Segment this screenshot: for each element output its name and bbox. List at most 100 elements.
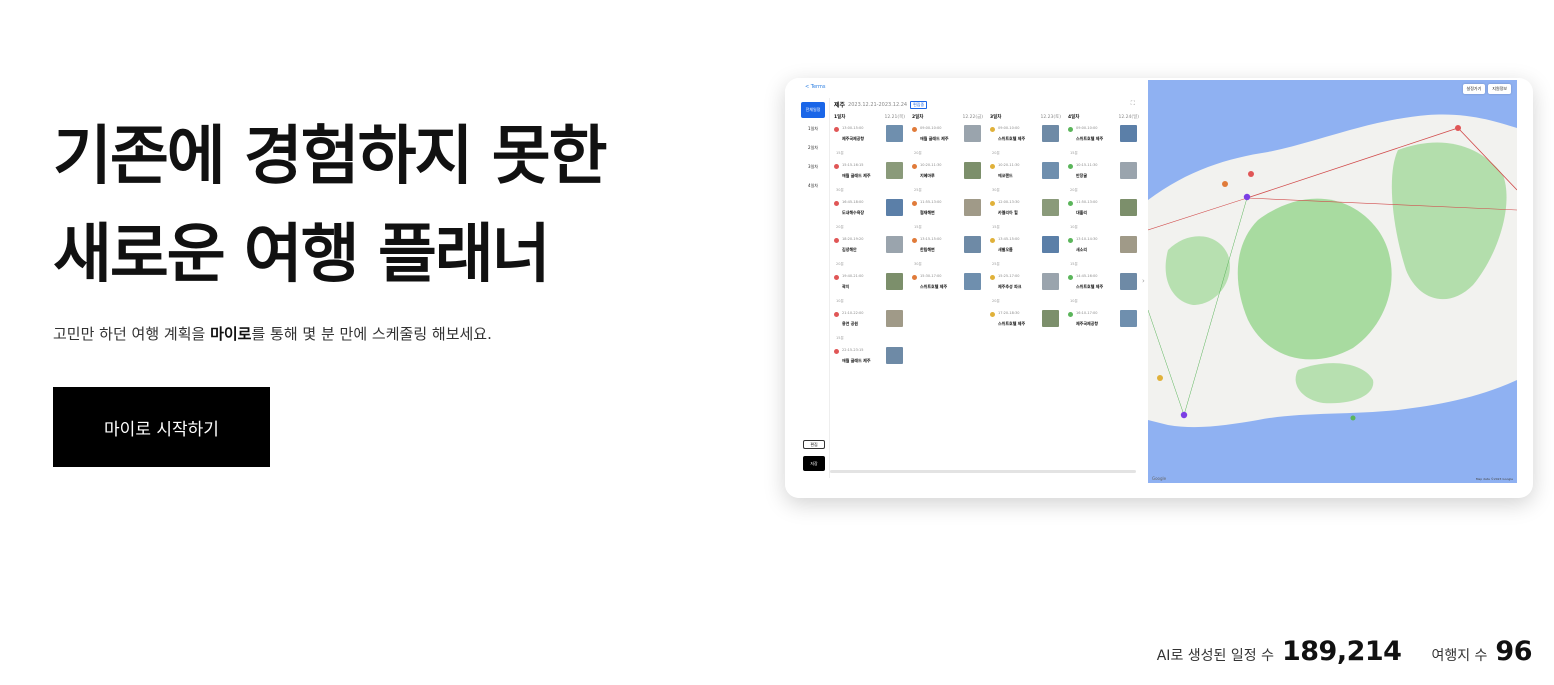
stop-thumbnail bbox=[886, 273, 903, 290]
sidebar-item-day1[interactable]: 1일차 bbox=[801, 121, 825, 137]
sidebar-item-day3[interactable]: 3일차 bbox=[801, 159, 825, 175]
stop-thumbnail bbox=[886, 347, 903, 364]
itinerary-stop[interactable]: 16:10-17:00 제주국제공항 bbox=[1068, 310, 1139, 347]
start-button[interactable]: 마이로 시작하기 bbox=[53, 387, 270, 467]
stop-name: 도내해수욕장 bbox=[842, 210, 865, 215]
destinations-label: 여행지 수 bbox=[1431, 648, 1488, 664]
hero-title: 기존에 경험하지 못한 새로운 여행 플래너 bbox=[53, 108, 607, 304]
day-column: 3일차 12.23(토) 09:00-10:00 스위트호텔 제주 20분 10:20-1… bbox=[990, 114, 1061, 384]
travel-time: 20분 bbox=[1070, 188, 1078, 192]
travel-time: 15분 bbox=[836, 151, 844, 155]
travel-time: 20분 bbox=[992, 151, 1000, 155]
stop-time: 13:45-15:00 bbox=[998, 237, 1020, 241]
stop-name: 제주국제공항 bbox=[1076, 321, 1099, 326]
travel-time: 25분 bbox=[992, 262, 1000, 266]
stop-name: 한림해변 bbox=[920, 247, 935, 252]
stop-marker-icon bbox=[912, 238, 917, 243]
itinerary-stop[interactable]: 13:15-15:00 한림해변 30분 bbox=[912, 236, 983, 273]
stop-marker-icon bbox=[834, 349, 839, 354]
travel-time: 30분 bbox=[914, 262, 922, 266]
travel-time: 30분 bbox=[836, 188, 844, 192]
itinerary-stop[interactable]: 15:30-17:00 스위트호텔 제주 bbox=[912, 273, 983, 310]
itinerary-stop[interactable]: 15:25-17:00 제주추성 파크 20분 bbox=[990, 273, 1061, 310]
planner-panel: < Terms 전체일정 1일차 2일차 3일차 4일차 편집 저장 제주 20… bbox=[785, 78, 1148, 498]
travel-time: 15분 bbox=[992, 225, 1000, 229]
map-marker bbox=[1243, 193, 1251, 201]
stop-thumbnail bbox=[1120, 199, 1137, 216]
itinerary-stop[interactable]: 15:15-16:15 애월 글래드 제주 30분 bbox=[834, 162, 905, 199]
stop-thumbnail bbox=[1120, 236, 1137, 253]
itinerary-stop[interactable]: 21:10-22:00 용연 공원 15분 bbox=[834, 310, 905, 347]
horizontal-scrollbar[interactable] bbox=[830, 470, 1136, 473]
itinerary-stop[interactable]: 09:00-10:00 애월 글래드 제주 20분 bbox=[912, 125, 983, 162]
schedules-label: AI로 생성된 일정 수 bbox=[1156, 648, 1274, 664]
itinerary-stop[interactable]: 09:00-10:00 스위트호텔 제주 15분 bbox=[1068, 125, 1139, 162]
stop-time: 09:00-10:00 bbox=[1076, 126, 1098, 130]
stop-name: 에코랜드 bbox=[998, 173, 1013, 178]
itinerary-stop[interactable]: 14:45-16:00 스위트호텔 제주 10분 bbox=[1068, 273, 1139, 310]
itinerary-stop[interactable]: 10:15-11:30 만장굴 20분 bbox=[1068, 162, 1139, 199]
expand-icon[interactable]: ⛶ bbox=[1131, 100, 1135, 108]
stop-name: 카멜리아 힐 bbox=[998, 210, 1018, 215]
stop-name: 애월 글래드 제주 bbox=[920, 136, 949, 141]
itinerary-stop[interactable]: 16:45-18:00 도내해수욕장 20분 bbox=[834, 199, 905, 236]
itinerary-stop[interactable]: 11:50-13:00 대흘리 10분 bbox=[1068, 199, 1139, 236]
itinerary-stop[interactable]: 13:10-14:30 새소리 15분 bbox=[1068, 236, 1139, 273]
city-name: 제주 bbox=[834, 102, 846, 109]
travel-time: 20분 bbox=[992, 299, 1000, 303]
stop-time: 18:20-19:20 bbox=[842, 237, 864, 241]
hero-subtitle-after: 를 통해 몇 분 만에 스케줄링 해보세요. bbox=[251, 325, 492, 343]
itinerary-stop[interactable]: 10:20-11:30 지혜마루 25분 bbox=[912, 162, 983, 199]
hero-subtitle-before: 고민만 하던 여행 계획을 bbox=[53, 325, 211, 343]
stop-marker-icon bbox=[834, 201, 839, 206]
travel-time: 10분 bbox=[836, 299, 844, 303]
map-button-info[interactable]: 지원정보 bbox=[1488, 84, 1511, 94]
stop-marker-icon bbox=[834, 275, 839, 280]
itinerary-stop[interactable]: 19:40-21:00 곽지 10분 bbox=[834, 273, 905, 310]
stop-name: 제주국제공항 bbox=[842, 136, 865, 141]
sidebar-item-all[interactable]: 전체일정 bbox=[801, 102, 825, 118]
sidebar-item-day4[interactable]: 4일차 bbox=[801, 178, 825, 194]
itinerary-stop[interactable]: 13:45-15:00 새별오름 25분 bbox=[990, 236, 1061, 273]
itinerary-stop[interactable]: 09:00-10:00 스위트호텔 제주 20분 bbox=[990, 125, 1061, 162]
save-button[interactable]: 저장 bbox=[803, 456, 825, 471]
stop-thumbnail bbox=[886, 162, 903, 179]
travel-time: 15분 bbox=[836, 336, 844, 340]
stop-name: 스위트호텔 제주 bbox=[1076, 284, 1104, 289]
stop-marker-icon bbox=[1068, 127, 1073, 132]
stop-thumbnail bbox=[1042, 236, 1059, 253]
itinerary-stop[interactable]: 13:00-15:00 제주국제공항 15분 bbox=[834, 125, 905, 162]
stop-name: 애월 글래드 제주 bbox=[842, 358, 871, 363]
itinerary-stop[interactable]: 11:55-13:00 협재해변 15분 bbox=[912, 199, 983, 236]
stop-time: 15:15-16:15 bbox=[842, 163, 864, 167]
map[interactable]: 설정가기 지원정보 Google Map data ©2023 Google bbox=[1148, 80, 1517, 483]
itinerary-stop[interactable]: 22:15-23:15 애월 글래드 제주 bbox=[834, 347, 905, 384]
stats-bar: AI로 생성된 일정 수 189,214 여행지 수 96 bbox=[1156, 636, 1533, 667]
itinerary-stop[interactable]: 10:20-11:30 에코랜드 30분 bbox=[990, 162, 1061, 199]
travel-time: 20분 bbox=[914, 151, 922, 155]
stop-marker-icon bbox=[912, 201, 917, 206]
back-link[interactable]: < Terms bbox=[805, 84, 826, 90]
stop-time: 16:10-17:00 bbox=[1076, 311, 1098, 315]
stop-thumbnail bbox=[1120, 162, 1137, 179]
stop-name: 만장굴 bbox=[1076, 173, 1088, 178]
stop-marker-icon bbox=[834, 238, 839, 243]
chevron-right-icon[interactable]: › bbox=[1142, 277, 1145, 285]
map-button-settings[interactable]: 설정가기 bbox=[1462, 84, 1486, 94]
stop-time: 13:15-15:00 bbox=[920, 237, 942, 241]
itinerary-stop[interactable]: 17:20-18:30 스위트호텔 제주 bbox=[990, 310, 1061, 347]
edit-button[interactable]: 편집 bbox=[803, 440, 825, 449]
destinations-count: 96 bbox=[1495, 636, 1532, 667]
stop-time: 10:15-11:30 bbox=[1076, 163, 1098, 167]
itinerary-stop[interactable]: 18:20-19:20 김녕해안 20분 bbox=[834, 236, 905, 273]
stop-time: 13:00-15:00 bbox=[842, 126, 864, 130]
status-badge[interactable]: 편집중 bbox=[910, 100, 928, 109]
map-marker bbox=[1248, 171, 1254, 177]
hero-title-line2: 새로운 여행 플래너 bbox=[53, 218, 551, 292]
sidebar-item-day2[interactable]: 2일차 bbox=[801, 140, 825, 156]
stop-thumbnail bbox=[886, 236, 903, 253]
stop-name: 애월 글래드 제주 bbox=[842, 173, 871, 178]
stop-thumbnail bbox=[964, 162, 981, 179]
itinerary-stop[interactable]: 12:00-13:30 카멜리아 힐 15분 bbox=[990, 199, 1061, 236]
stop-name: 스위트호텔 제주 bbox=[998, 321, 1026, 326]
